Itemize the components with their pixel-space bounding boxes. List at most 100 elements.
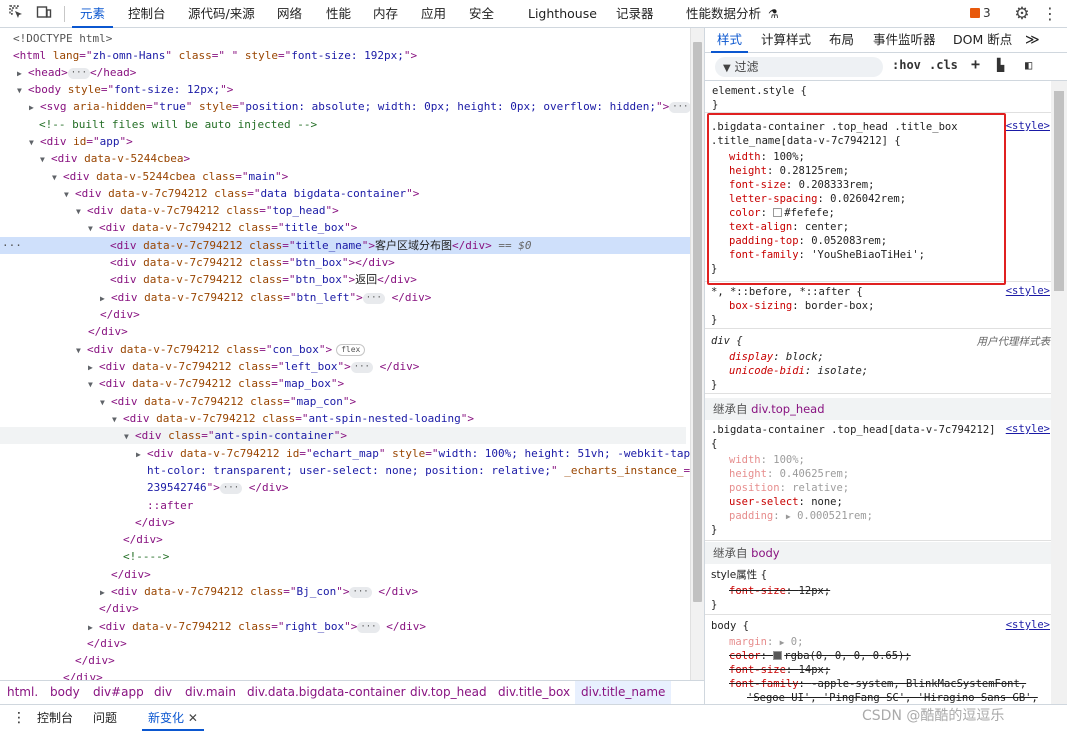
- prop-name[interactable]: height: [729, 468, 767, 480]
- dom-node-div-btn-box[interactable]: <div data-v-7c794212 class="btn_box"></d…: [110, 254, 395, 271]
- tab-styles[interactable]: 样式: [711, 28, 749, 53]
- more-tabs-icon[interactable]: ≫: [1025, 28, 1040, 53]
- dom-node-div-title-name-selected[interactable]: ··· <div data-v-7c794212 class="title_nam…: [0, 237, 690, 254]
- filter-input[interactable]: ▼ 过滤: [715, 57, 883, 77]
- collapse-triangle-icon[interactable]: ▼: [40, 151, 51, 168]
- prop-value[interactable]: 0.000521rem;: [797, 510, 873, 522]
- expand-triangle-icon[interactable]: ▶: [100, 290, 111, 307]
- breadcrumb-item-selected[interactable]: div.title_name: [575, 681, 672, 704]
- collapse-triangle-icon[interactable]: ▼: [88, 220, 99, 237]
- rule-selector[interactable]: .bigdata-container .top_head[data-v-7c79…: [711, 423, 995, 437]
- expand-triangle-icon[interactable]: ▶: [17, 65, 28, 82]
- dom-node-div-map-box[interactable]: ▼ <div data-v-7c794212 class="map_box">: [88, 375, 344, 392]
- more-dots-icon[interactable]: ···: [2, 237, 22, 254]
- dom-node-div-btn-left[interactable]: ▶ <div data-v-7c794212 class="btn_left"> ·…: [100, 289, 431, 306]
- tab-console[interactable]: 控制台: [128, 0, 166, 28]
- tab-performance-insights[interactable]: 性能数据分析 ⚗: [686, 0, 779, 28]
- drawer-tab-issues[interactable]: 问题: [93, 705, 117, 731]
- breadcrumb-item[interactable]: div#app: [93, 681, 144, 704]
- tab-memory[interactable]: 内存: [373, 0, 398, 28]
- dom-node-div-ant-nested[interactable]: ▼ <div data-v-7c794212 class="ant-spin-ne…: [112, 410, 474, 427]
- tab-performance[interactable]: 性能: [326, 0, 351, 28]
- prop-name[interactable]: width: [729, 454, 761, 466]
- tab-event-listeners[interactable]: 事件监听器: [873, 28, 936, 53]
- elements-scrollbar[interactable]: [690, 28, 704, 680]
- prop-name[interactable]: margin: [729, 636, 767, 648]
- prop-name[interactable]: user-select: [729, 496, 799, 508]
- collapse-triangle-icon[interactable]: ▼: [29, 134, 40, 151]
- dom-node-body[interactable]: ▼ <body style="font-size: 12px;">: [17, 81, 233, 98]
- close-icon[interactable]: ✕: [188, 711, 198, 725]
- tab-application[interactable]: 应用: [421, 0, 446, 28]
- prop-value[interactable]: relative;: [792, 482, 849, 494]
- sidebar-toggle-icon[interactable]: ◧: [1025, 58, 1032, 72]
- dom-node-div-right-box[interactable]: ▶ <div data-v-7c794212 class="right_box">…: [88, 618, 426, 635]
- ellipsis-badge[interactable]: ···: [67, 68, 91, 79]
- scrollbar-thumb[interactable]: [1054, 91, 1064, 291]
- expand-triangle-icon[interactable]: ▶: [786, 512, 791, 521]
- prop-value[interactable]: -apple-system, BlinkMacSystemFont,: [811, 678, 1026, 690]
- dom-node-div-main[interactable]: ▼ <div data-v-5244cbea class="main">: [52, 168, 288, 185]
- prop-name[interactable]: color: [729, 650, 761, 662]
- prop-value[interactable]: block;: [786, 351, 824, 363]
- ellipsis-badge[interactable]: ···: [350, 362, 373, 373]
- prop-value[interactable]: 12px;: [799, 585, 831, 597]
- tab-security[interactable]: 安全: [469, 0, 494, 28]
- tab-computed[interactable]: 计算样式: [761, 28, 811, 53]
- paint-icon[interactable]: ▙: [997, 58, 1004, 72]
- prop-value[interactable]: 14px;: [799, 664, 831, 676]
- prop-value[interactable]: isolate;: [818, 365, 869, 377]
- rule-selector[interactable]: style属性 {: [711, 568, 767, 582]
- rule-selector[interactable]: *, *::before, *::after {: [711, 285, 863, 299]
- breadcrumb-item[interactable]: div.data.bigdata-container: [247, 681, 406, 704]
- dom-node-div-title-box[interactable]: ▼ <div data-v-7c794212 class="title_box">: [88, 219, 357, 236]
- ellipsis-badge[interactable]: ···: [219, 483, 243, 494]
- element-style-selector[interactable]: element.style {: [712, 84, 807, 98]
- expand-triangle-icon[interactable]: ▶: [780, 638, 785, 647]
- tab-layout[interactable]: 布局: [829, 28, 854, 53]
- expand-triangle-icon[interactable]: ▶: [29, 99, 40, 116]
- dom-node-head[interactable]: ▶ <head> ··· </head>: [17, 64, 136, 81]
- prop-name[interactable]: display: [729, 351, 773, 363]
- prop-value[interactable]: 0.40625rem;: [780, 468, 850, 480]
- ellipsis-badge[interactable]: ···: [349, 587, 372, 598]
- rule-source-link[interactable]: <style>: [1006, 423, 1050, 435]
- color-swatch-icon[interactable]: [773, 651, 783, 660]
- dom-node-div-left-box[interactable]: ▶ <div data-v-7c794212 class="left_box"> ·…: [88, 358, 419, 375]
- new-rule-icon[interactable]: +: [971, 55, 980, 73]
- ellipsis-badge[interactable]: ···: [669, 102, 690, 113]
- drawer-tab-whats-new[interactable]: 新变化 ✕: [142, 705, 204, 731]
- expand-triangle-icon[interactable]: ▶: [136, 446, 147, 463]
- tab-recorder[interactable]: 记录器: [616, 0, 654, 28]
- dom-node-div-btn-box-return[interactable]: <div data-v-7c794212 class="btn_box">返回<…: [110, 271, 417, 288]
- prop-name[interactable]: position: [729, 482, 780, 494]
- prop-value[interactable]: 100%;: [773, 454, 805, 466]
- rule-source-link[interactable]: <style>: [1006, 120, 1050, 132]
- prop-value[interactable]: rgba(0, 0, 0, 0.65);: [784, 650, 910, 662]
- tab-lighthouse[interactable]: Lighthouse: [528, 0, 597, 28]
- prop-name[interactable]: unicode-bidi: [729, 365, 805, 377]
- prop-name[interactable]: padding: [729, 510, 773, 522]
- rule-selector[interactable]: div {: [711, 334, 743, 348]
- dom-node-doctype[interactable]: <!DOCTYPE html>: [13, 30, 112, 47]
- dom-node-div-bj-con[interactable]: ▶ <div data-v-7c794212 class="Bj_con"> ···…: [100, 583, 418, 600]
- prop-name[interactable]: font-size: [729, 585, 786, 597]
- inherited-target-link[interactable]: div.top_head: [751, 402, 824, 416]
- drawer-menu-icon[interactable]: ⋮: [12, 705, 26, 731]
- issues-counter[interactable]: 3: [970, 6, 991, 20]
- cls-toggle[interactable]: .cls: [929, 58, 958, 72]
- ellipsis-badge[interactable]: ···: [357, 622, 380, 633]
- collapse-triangle-icon[interactable]: ▼: [17, 82, 28, 99]
- drawer-tab-console[interactable]: 控制台: [37, 705, 73, 731]
- prop-value[interactable]: 0;: [791, 636, 804, 648]
- dom-node-div-v1[interactable]: ▼ <div data-v-5244cbea>: [40, 150, 190, 167]
- gear-icon[interactable]: ⚙: [1012, 4, 1032, 24]
- collapse-triangle-icon[interactable]: ▼: [52, 169, 63, 186]
- dom-node-div-top-head[interactable]: ▼ <div data-v-7c794212 class="top_head">: [76, 202, 339, 219]
- inspect-icon[interactable]: [6, 4, 26, 24]
- dom-node-div-container[interactable]: ▼ <div data-v-7c794212 class="data bigdat…: [64, 185, 419, 202]
- dom-node-div-echart-map[interactable]: ▶ <div data-v-7c794212 id="echart_map" st…: [136, 445, 690, 462]
- rule-source-link[interactable]: <style>: [1006, 285, 1050, 297]
- breadcrumb-item[interactable]: div.main: [185, 681, 236, 704]
- inherited-target-link[interactable]: body: [751, 546, 779, 560]
